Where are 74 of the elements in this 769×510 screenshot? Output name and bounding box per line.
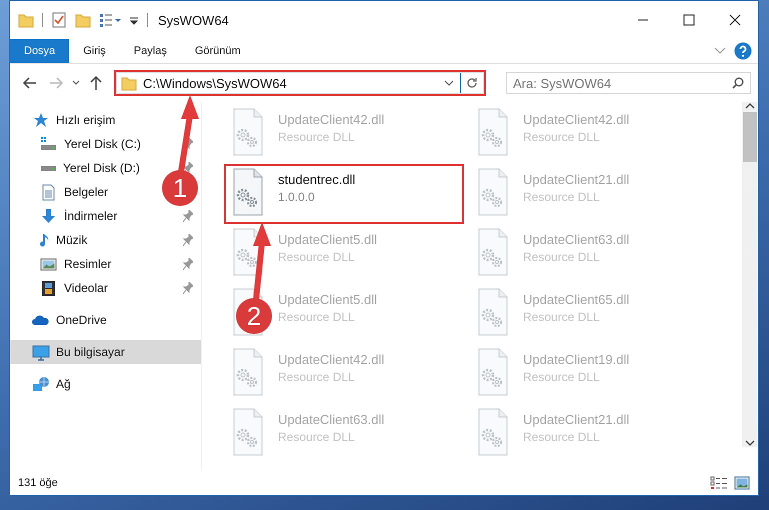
file-detail: Resource DLL xyxy=(278,370,356,384)
file-name: UpdateClient65.dll xyxy=(523,292,630,307)
file-detail: Resource DLL xyxy=(523,430,601,444)
sidebar-item[interactable]: Videolar xyxy=(10,276,201,300)
address-bar[interactable]: C:\Windows\SysWOW64 xyxy=(116,72,484,94)
file-name: UpdateClient63.dll xyxy=(523,232,630,247)
film-icon xyxy=(40,280,58,296)
search-icon xyxy=(732,77,744,89)
back-arrow-icon[interactable] xyxy=(22,75,38,91)
scroll-up-icon[interactable] xyxy=(745,102,755,110)
network-icon xyxy=(32,376,50,392)
drive-icon xyxy=(40,164,57,172)
highlighted-file-item[interactable]: studentrec.dll 1.0.0.0 xyxy=(226,166,462,222)
view-options-icon[interactable] xyxy=(99,12,121,28)
music-note-icon xyxy=(40,232,50,248)
folder-icon xyxy=(121,75,137,91)
maximize-icon xyxy=(683,14,695,26)
file-detail: 1.0.0.0 xyxy=(278,190,316,204)
file-name: UpdateClient21.dll xyxy=(523,412,630,427)
sidebar-item[interactable]: İndirmeler xyxy=(10,204,201,228)
sidebar-item[interactable]: Yerel Disk (C:) xyxy=(10,132,201,156)
item-count: 131 öğe xyxy=(18,477,58,489)
up-arrow-icon[interactable] xyxy=(88,75,104,91)
recent-locations-icon[interactable] xyxy=(72,80,80,86)
sidebar-item[interactable]: Resimler xyxy=(10,252,201,276)
file-name: UpdateClient19.dll xyxy=(523,352,630,367)
file-name: UpdateClient5.dll xyxy=(278,292,378,307)
properties-icon[interactable] xyxy=(51,12,67,28)
help-icon[interactable] xyxy=(734,42,752,60)
ribbon-tab[interactable]: Giriş xyxy=(69,39,120,63)
ribbon-tab[interactable]: Paylaş xyxy=(120,39,181,63)
callout-badge xyxy=(162,170,198,206)
computer-icon xyxy=(32,344,50,360)
file-detail: Resource DLL xyxy=(523,370,601,384)
download-arrow-icon xyxy=(40,208,58,224)
drive-icon xyxy=(40,136,58,152)
file-detail: Resource DLL xyxy=(278,250,356,264)
picture-icon xyxy=(40,256,58,272)
close-icon xyxy=(729,14,741,26)
file-detail: Resource DLL xyxy=(523,310,601,324)
scrollbar-thumb[interactable] xyxy=(743,112,757,162)
sidebar-item[interactable]: OneDrive xyxy=(10,308,115,332)
file-detail: Resource DLL xyxy=(278,310,356,324)
file-detail: Resource DLL xyxy=(278,430,356,444)
callout-number: 2 xyxy=(246,301,262,331)
expand-ribbon-icon[interactable] xyxy=(714,47,726,55)
sidebar-item[interactable]: Müzik xyxy=(10,228,201,252)
large-icons-view-icon[interactable] xyxy=(734,476,750,490)
file-name: UpdateClient21.dll xyxy=(523,172,630,187)
window-title: SysWOW64 xyxy=(158,12,230,28)
star-icon xyxy=(32,112,50,128)
file-name: UpdateClient42.dll xyxy=(523,112,630,127)
scrollbar[interactable] xyxy=(742,102,758,447)
file-detail: Resource DLL xyxy=(278,130,356,144)
file-name: UpdateClient63.dll xyxy=(278,412,384,427)
callout-badge xyxy=(236,298,272,334)
file-menu-tab[interactable]: Dosya xyxy=(10,39,70,63)
scroll-down-icon[interactable] xyxy=(745,439,755,447)
file-detail: Resource DLL xyxy=(523,130,601,144)
file-name: UpdateClient42.dll xyxy=(278,112,384,127)
search-field[interactable]: Ara: SysWOW64 xyxy=(506,72,751,94)
file-detail: Resource DLL xyxy=(523,190,601,204)
ribbon-tab[interactable]: Görünüm xyxy=(180,39,255,63)
file-detail: Resource DLL xyxy=(523,250,601,264)
sidebar-item[interactable]: Bu bilgisayar xyxy=(10,340,201,364)
sidebar-item[interactable]: Belgeler xyxy=(10,180,132,204)
file-name: UpdateClient42.dll xyxy=(278,352,384,367)
refresh-icon[interactable] xyxy=(466,77,478,89)
sidebar-item[interactable]: Hızlı erişim xyxy=(10,108,124,132)
sidebar-item[interactable]: Ağ xyxy=(10,372,79,396)
file-name: UpdateClient5.dll xyxy=(278,232,378,247)
details-view-icon[interactable] xyxy=(710,476,728,490)
file-name: studentrec.dll xyxy=(278,172,356,187)
dropdown-caret-icon[interactable] xyxy=(444,80,454,86)
